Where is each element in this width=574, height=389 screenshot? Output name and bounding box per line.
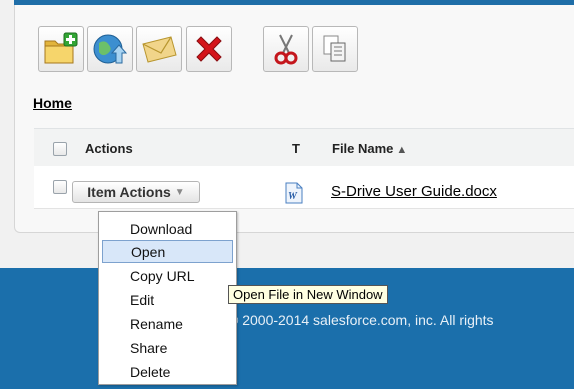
row-checkbox[interactable] bbox=[53, 180, 67, 194]
copy-icon bbox=[320, 33, 350, 65]
word-document-icon[interactable]: W bbox=[284, 182, 304, 209]
menu-item-copy-url[interactable]: Copy URL bbox=[102, 264, 233, 287]
menu-item-open[interactable]: Open bbox=[102, 240, 233, 263]
delete-x-icon bbox=[192, 32, 226, 66]
item-actions-menu: Download Open Copy URL Edit Rename Share… bbox=[98, 211, 237, 385]
tooltip: Open File in New Window bbox=[228, 285, 388, 304]
menu-item-download[interactable]: Download bbox=[102, 217, 233, 240]
menu-item-delete[interactable]: Delete bbox=[102, 360, 233, 383]
file-name-header-label: File Name bbox=[332, 141, 394, 156]
table-header: Actions T File Name ▲ bbox=[34, 128, 574, 168]
copy-button[interactable] bbox=[312, 26, 358, 72]
upload-button[interactable] bbox=[87, 26, 133, 72]
menu-item-edit[interactable]: Edit bbox=[102, 288, 233, 311]
new-folder-button[interactable] bbox=[38, 26, 84, 72]
breadcrumb-home[interactable]: Home bbox=[33, 95, 72, 111]
column-header-actions: Actions bbox=[85, 141, 133, 156]
column-header-file-name[interactable]: File Name ▲ bbox=[332, 141, 407, 156]
column-header-type: T bbox=[292, 141, 300, 156]
select-all-checkbox[interactable] bbox=[53, 142, 67, 156]
email-envelope-icon bbox=[140, 34, 178, 64]
svg-text:W: W bbox=[288, 191, 298, 202]
cut-button[interactable] bbox=[263, 26, 309, 72]
panel-top-border bbox=[14, 0, 574, 5]
footer-copyright: © 2000-2014 salesforce.com, inc. All rig… bbox=[228, 312, 494, 328]
sort-ascending-icon: ▲ bbox=[396, 144, 408, 156]
menu-item-share[interactable]: Share bbox=[102, 336, 233, 359]
menu-item-rename[interactable]: Rename bbox=[102, 312, 233, 335]
file-name-link[interactable]: S-Drive User Guide.docx bbox=[331, 183, 497, 200]
chevron-down-icon: ▼ bbox=[174, 186, 185, 198]
upload-globe-icon bbox=[91, 31, 129, 67]
new-folder-icon bbox=[42, 32, 80, 66]
cut-scissors-icon bbox=[271, 32, 301, 66]
item-actions-button[interactable]: Item Actions ▼ bbox=[72, 181, 200, 203]
email-button[interactable] bbox=[136, 26, 182, 72]
item-actions-label: Item Actions bbox=[87, 184, 171, 200]
delete-button[interactable] bbox=[186, 26, 232, 72]
